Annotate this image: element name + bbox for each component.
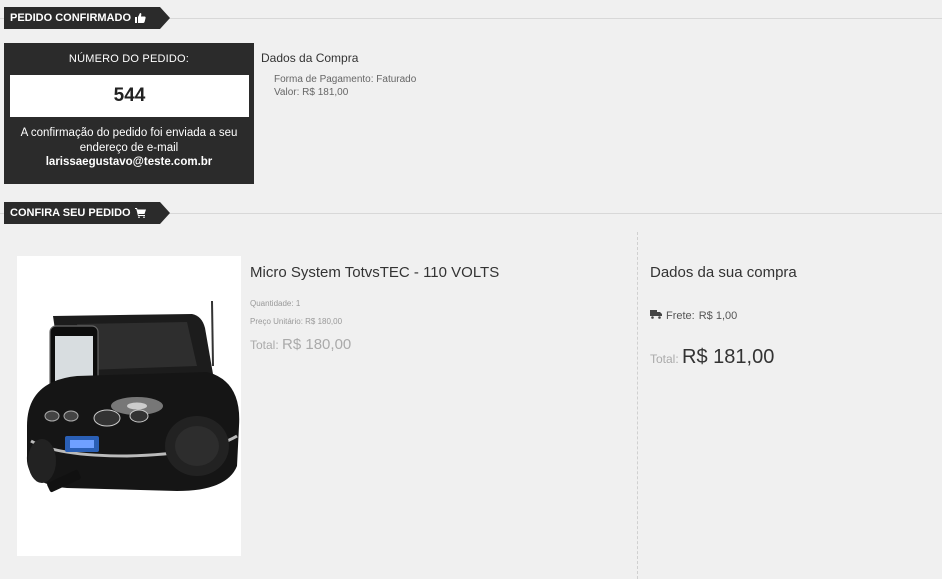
product-total: Total: R$ 180,00 — [250, 336, 499, 353]
order-number: 544 — [113, 85, 146, 106]
order-number-label: NÚMERO DO PEDIDO: — [68, 53, 190, 65]
product-name[interactable]: Micro System TotvsTEC - 110 VOLTS — [250, 264, 499, 281]
order-data-title: Dados da sua compra — [650, 264, 797, 281]
cart-icon — [134, 208, 146, 218]
payment-method: Forma de Pagamento: Faturado — [274, 74, 417, 85]
order-total: Total: R$ 181,00 — [650, 346, 797, 369]
order-total-label: Total: — [650, 352, 679, 366]
order-content: Micro System TotvsTEC - 110 VOLTS Quanti… — [0, 232, 942, 579]
freight-label: Frete: — [666, 310, 695, 322]
product-quantity: Quantidade: 1 — [250, 299, 301, 308]
thumbs-up-icon — [135, 13, 146, 23]
freight-value: R$ 1,00 — [698, 310, 738, 322]
confirmation-message: A confirmação do pedido foi enviada a se… — [20, 127, 238, 154]
product-total-value: R$ 180,00 — [282, 336, 352, 353]
purchase-value: Valor: R$ 181,00 — [274, 87, 349, 98]
order-number-box: NÚMERO DO PEDIDO: 544 A confirmação do p… — [4, 43, 254, 184]
confirmed-section-label: PEDIDO CONFIRMADO — [10, 12, 131, 24]
review-section-tag: CONFIRA SEU PEDIDO — [4, 202, 170, 224]
review-section-header: CONFIRA SEU PEDIDO — [0, 201, 942, 225]
truck-icon — [650, 310, 662, 322]
content-divider — [637, 232, 638, 579]
order-total-value: R$ 181,00 — [682, 346, 775, 368]
order-data-panel: Dados da sua compra Frete: R$ 1,00 Total… — [650, 264, 797, 369]
confirmed-section-header: PEDIDO CONFIRMADO — [0, 6, 942, 30]
product-unit-price: Preço Unitário: R$ 180,00 — [250, 317, 343, 326]
product-image[interactable] — [17, 256, 241, 556]
product-total-label: Total: — [250, 338, 279, 352]
confirmation-email: larissaegustavo@teste.com.br — [45, 156, 213, 168]
purchase-summary-title: Dados da Compra — [261, 51, 359, 65]
order-number-field: 544 — [10, 75, 249, 117]
product-info: Micro System TotvsTEC - 110 VOLTS Quanti… — [250, 264, 499, 353]
purchase-summary: Dados da Compra Forma de Pagamento: Fatu… — [261, 51, 416, 99]
confirmed-section-tag: PEDIDO CONFIRMADO — [4, 7, 170, 29]
review-section-label: CONFIRA SEU PEDIDO — [10, 207, 131, 219]
freight-line: Frete: R$ 1,00 — [650, 310, 797, 322]
